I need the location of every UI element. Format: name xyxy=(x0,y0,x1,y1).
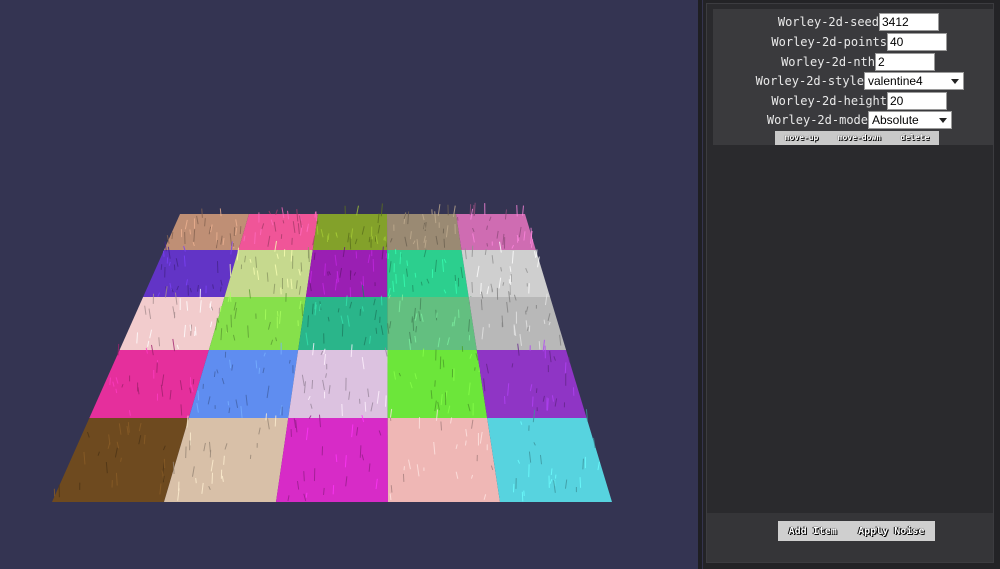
terrain-tile xyxy=(387,297,477,350)
noise-list: Worley-2d-seed Worley-2d-points Worley-2… xyxy=(706,3,994,563)
terrain-tile xyxy=(238,214,318,250)
nth-row: Worley-2d-nth xyxy=(713,52,993,72)
add-item-button[interactable]: Add Item xyxy=(789,526,837,537)
terrain-tile xyxy=(312,214,388,250)
terrain-tile xyxy=(387,350,488,418)
item-button-bar: move-up move-down delete xyxy=(775,131,939,145)
terrain-tile xyxy=(208,297,306,350)
style-select-value: valentine4 xyxy=(868,74,923,88)
points-label: Worley-2d-points xyxy=(771,35,887,49)
move-up-button[interactable]: move-up xyxy=(785,132,819,144)
terrain-tile xyxy=(487,418,612,502)
terrain-mesh[interactable] xyxy=(0,0,700,569)
style-select[interactable]: valentine4 xyxy=(864,72,964,90)
nth-label: Worley-2d-nth xyxy=(781,55,875,69)
move-down-button[interactable]: move-down xyxy=(838,132,881,144)
terrain-tile xyxy=(276,418,388,502)
points-row: Worley-2d-points xyxy=(713,32,993,52)
chevron-down-icon xyxy=(951,79,959,84)
seed-label: Worley-2d-seed xyxy=(777,15,879,29)
mode-select[interactable]: Absolute xyxy=(868,111,952,129)
mode-label: Worley-2d-mode xyxy=(766,113,868,127)
delete-button[interactable]: delete xyxy=(900,132,929,144)
height-input[interactable] xyxy=(887,92,947,110)
points-input[interactable] xyxy=(887,33,947,51)
3d-viewport[interactable] xyxy=(0,0,700,569)
worley-noise-item: Worley-2d-seed Worley-2d-points Worley-2… xyxy=(713,9,993,145)
terrain-tile xyxy=(468,297,567,350)
terrain-tile xyxy=(456,214,536,250)
seed-input[interactable] xyxy=(879,13,939,31)
chevron-down-icon xyxy=(939,118,947,123)
mode-row: Worley-2d-mode Absolute xyxy=(713,110,993,130)
seed-row: Worley-2d-seed xyxy=(713,12,993,32)
noise-settings-panel: Worley-2d-seed Worley-2d-points Worley-2… xyxy=(703,0,1000,569)
terrain-tile xyxy=(119,297,225,350)
terrain-tile xyxy=(305,250,388,297)
apply-noise-button[interactable]: Apply Noise xyxy=(858,526,924,537)
terrain-tile xyxy=(288,350,388,418)
style-label: Worley-2d-style xyxy=(755,74,864,88)
style-row: Worley-2d-style valentine4 xyxy=(713,71,993,91)
terrain-tile xyxy=(387,418,500,502)
panel-footer: Add Item Apply Noise xyxy=(707,513,993,562)
nth-input[interactable] xyxy=(875,53,935,71)
terrain-tile xyxy=(476,350,587,418)
height-label: Worley-2d-height xyxy=(771,94,887,108)
height-row: Worley-2d-height xyxy=(713,91,993,111)
panel-divider[interactable] xyxy=(698,0,702,569)
terrain-tile xyxy=(461,250,551,297)
mode-select-value: Absolute xyxy=(872,113,919,127)
footer-button-bar: Add Item Apply Noise xyxy=(778,521,935,541)
